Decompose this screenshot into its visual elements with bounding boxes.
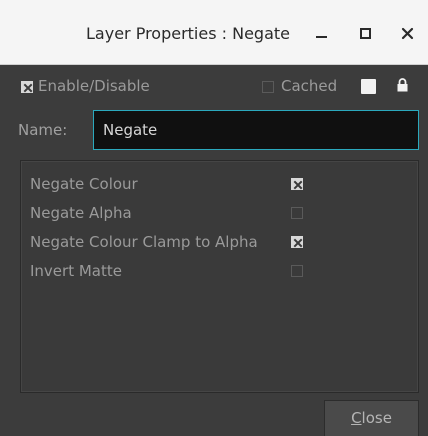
layer-properties-window: Layer Properties : Negate Enable/Disable… <box>0 0 428 436</box>
option-negate-alpha-checkbox[interactable] <box>291 207 303 219</box>
close-window-button[interactable] <box>397 22 419 44</box>
name-label: Name: <box>18 121 68 139</box>
option-invert-matte-label[interactable]: Invert Matte <box>30 262 122 280</box>
option-invert-matte-checkbox[interactable] <box>291 265 303 277</box>
maximize-icon <box>360 28 371 39</box>
option-negate-colour-label[interactable]: Negate Colour <box>30 175 138 193</box>
lock-icon[interactable] <box>397 78 408 92</box>
enable-checkbox[interactable] <box>21 81 33 93</box>
option-negate-alpha-label[interactable]: Negate Alpha <box>30 204 132 222</box>
option-clamp-to-alpha-checkbox[interactable] <box>291 236 303 248</box>
color-swatch[interactable] <box>361 79 376 94</box>
maximize-button[interactable] <box>355 22 377 44</box>
close-button-mnemonic: C <box>351 409 362 427</box>
cached-checkbox[interactable] <box>262 81 274 93</box>
minimize-icon <box>316 36 327 38</box>
title-bar[interactable]: Layer Properties : Negate <box>0 0 428 65</box>
cached-label[interactable]: Cached <box>281 77 337 95</box>
close-button-label: lose <box>361 409 392 427</box>
enable-label[interactable]: Enable/Disable <box>38 77 150 95</box>
window-title: Layer Properties : Negate <box>86 24 291 43</box>
check-mark-icon <box>293 180 303 190</box>
minimize-button[interactable] <box>311 22 333 44</box>
close-icon <box>401 27 414 40</box>
check-mark-icon <box>23 83 33 93</box>
name-input[interactable] <box>93 110 419 150</box>
check-mark-icon <box>293 238 303 248</box>
option-clamp-to-alpha-label[interactable]: Negate Colour Clamp to Alpha <box>30 233 258 251</box>
close-button[interactable]: Close <box>324 400 419 436</box>
option-negate-colour-checkbox[interactable] <box>291 178 303 190</box>
